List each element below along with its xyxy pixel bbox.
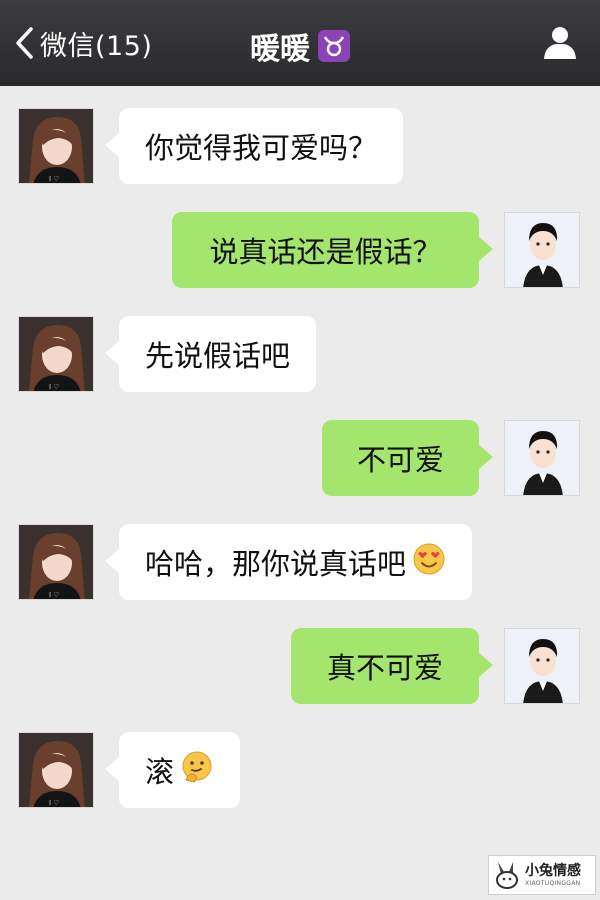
thinking-emoji-icon	[180, 750, 214, 791]
avatar[interactable]: I ♡	[18, 108, 94, 184]
profile-button[interactable]	[542, 24, 578, 64]
chat-message: 不可爱	[0, 420, 600, 500]
message-bubble[interactable]: 滚	[104, 732, 241, 808]
svg-text:I ♡: I ♡	[49, 175, 60, 183]
chat-message: I ♡ 哈哈，那你说真话吧	[0, 524, 600, 604]
rabbit-logo-icon	[496, 862, 518, 889]
message-text: 不可爱	[356, 443, 444, 477]
message-bubble[interactable]: 真不可爱	[291, 628, 493, 704]
avatar[interactable]: I ♡	[18, 316, 94, 392]
svg-text:I ♡: I ♡	[49, 591, 60, 599]
message-text: 滚	[145, 755, 175, 789]
message-text: 哈哈，那你说真话吧	[145, 547, 407, 581]
chat-header: 微信(15) 暖暖	[0, 0, 600, 86]
taurus-icon	[318, 30, 350, 62]
message-text: 你觉得我可爱吗？	[145, 131, 378, 165]
watermark-subtitle: XIAOTUQINGGAN	[525, 879, 581, 887]
avatar[interactable]: I ♡	[18, 524, 94, 600]
heart-eyes-emoji-icon	[412, 542, 446, 583]
chat-message: I ♡ 先说假话吧	[0, 316, 600, 396]
watermark-title: 小兔情感	[525, 862, 581, 879]
svg-text:I ♡: I ♡	[49, 383, 60, 391]
message-bubble[interactable]: 说真话还是假话？	[172, 212, 493, 288]
message-bubble[interactable]: 先说假话吧	[104, 316, 317, 392]
avatar[interactable]	[504, 212, 580, 288]
chat-message: I ♡ 你觉得我可爱吗？	[0, 108, 600, 188]
chat-message: 真不可爱	[0, 628, 600, 708]
avatar[interactable]	[504, 628, 580, 704]
chat-title: 暖暖	[250, 32, 310, 67]
profile-icon	[544, 27, 576, 59]
chat-message: 说真话还是假话？	[0, 212, 600, 292]
watermark-logo: 小兔情感 XIAOTUQINGGAN	[488, 855, 596, 895]
chat-title-area: 暖暖	[0, 24, 600, 68]
message-text: 真不可爱	[326, 651, 443, 685]
message-bubble[interactable]: 你觉得我可爱吗？	[104, 108, 404, 184]
message-bubble[interactable]: 哈哈，那你说真话吧	[104, 524, 473, 600]
svg-text:I ♡: I ♡	[49, 799, 60, 807]
avatar[interactable]: I ♡	[18, 732, 94, 808]
message-text: 先说假话吧	[145, 339, 291, 373]
chat-message: I ♡ 滚	[0, 732, 600, 812]
message-text: 说真话还是假话？	[209, 235, 442, 269]
avatar[interactable]	[504, 420, 580, 496]
message-bubble[interactable]: 不可爱	[322, 420, 493, 496]
